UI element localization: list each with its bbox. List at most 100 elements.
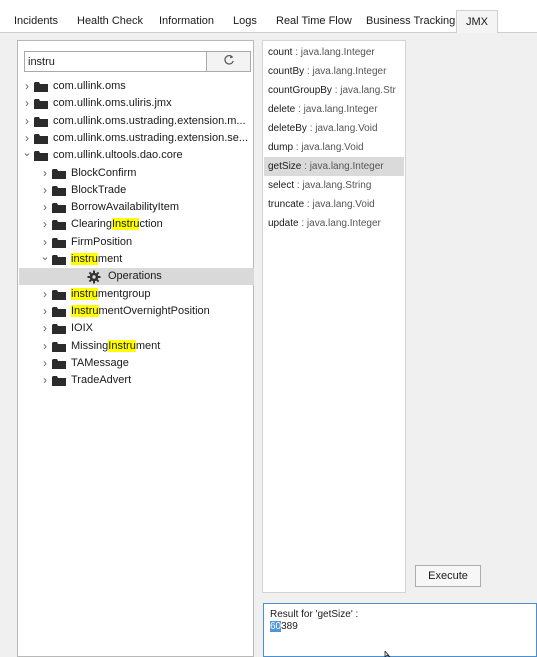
- tree-item[interactable]: › ClearingInstruction: [19, 216, 254, 233]
- tree-item[interactable]: ⌄ instrument: [19, 251, 254, 268]
- tree-item-operations[interactable]: Operations: [19, 268, 254, 286]
- operation-name: truncate: [268, 199, 305, 210]
- tree-item-label: com.ullink.oms: [53, 80, 126, 92]
- tree-item-label: com.ullink.oms.uliris.jmx: [53, 97, 172, 110]
- tree-item[interactable]: › MissingInstrument: [19, 338, 254, 355]
- tree-item-label: MissingInstrument: [71, 339, 161, 352]
- tree-item[interactable]: › instrumentgroup: [19, 286, 254, 303]
- operation-return-type: : java.lang.Integer: [304, 66, 387, 77]
- chevron-right-icon[interactable]: ›: [40, 303, 50, 320]
- operation-return-type: : java.lang.Integer: [292, 47, 375, 58]
- operation-name: getSize: [268, 161, 302, 172]
- operation-item-countBy[interactable]: countBy : java.lang.Integer: [264, 62, 404, 81]
- operation-name: dump: [268, 142, 294, 153]
- tree-item[interactable]: › TAMessage: [19, 355, 254, 372]
- tree-item-label: BlockTrade: [71, 183, 127, 196]
- operation-item-update[interactable]: update : java.lang.Integer: [264, 214, 404, 233]
- chevron-right-icon[interactable]: ›: [40, 372, 50, 389]
- execute-button[interactable]: Execute: [415, 565, 481, 587]
- folder-icon: [52, 324, 66, 335]
- chevron-right-icon[interactable]: ›: [22, 78, 32, 95]
- chevron-right-icon[interactable]: ›: [40, 199, 50, 216]
- operations-list: count : java.lang.Integer countBy : java.…: [262, 40, 406, 593]
- search-input[interactable]: [25, 52, 203, 71]
- folder-icon: [52, 306, 66, 317]
- operation-item-getSize[interactable]: getSize : java.lang.Integer: [264, 157, 404, 176]
- tree-item[interactable]: › TradeAdvert: [19, 372, 254, 389]
- chevron-right-icon[interactable]: ›: [22, 130, 32, 147]
- folder-icon: [52, 255, 66, 265]
- refresh-icon: [223, 54, 235, 69]
- operation-return-type: : java.lang.Void: [304, 199, 375, 210]
- tab-information[interactable]: Information: [159, 11, 214, 33]
- tree-item[interactable]: › BlockConfirm: [19, 165, 254, 182]
- tab-real-time-flow[interactable]: Real Time Flow: [276, 11, 352, 33]
- tree-item[interactable]: › InstrumentOvernightPosition: [19, 303, 254, 320]
- search-box: [24, 51, 251, 72]
- gear-icon: [87, 270, 101, 284]
- operation-item-select[interactable]: select : java.lang.String: [264, 176, 404, 195]
- folder-icon: [34, 116, 48, 127]
- operation-return-type: : java.lang.Integer: [301, 161, 384, 172]
- tree-item[interactable]: › BlockTrade: [19, 182, 254, 199]
- chevron-right-icon[interactable]: ›: [40, 165, 50, 182]
- chevron-right-icon[interactable]: ›: [40, 320, 50, 337]
- chevron-right-icon[interactable]: ›: [40, 355, 50, 372]
- folder-icon: [52, 237, 66, 248]
- chevron-right-icon[interactable]: ›: [40, 338, 50, 355]
- tab-health-check[interactable]: Health Check: [77, 11, 143, 33]
- tab-incidents[interactable]: Incidents: [14, 11, 58, 33]
- tree-item-label: com.ullink.oms.ustrading.extension.se...: [53, 131, 249, 144]
- operation-item-deleteBy[interactable]: deleteBy : java.lang.Void: [264, 119, 404, 138]
- tab-business-tracking[interactable]: Business Tracking: [366, 11, 455, 33]
- tree-item-label: instrument: [71, 253, 123, 265]
- tree-item[interactable]: › com.ullink.oms.uliris.jmx: [19, 95, 254, 112]
- result-value: 60389: [270, 621, 536, 633]
- operation-return-type: : java.lang.Integer: [298, 218, 381, 229]
- operation-name: update: [268, 218, 299, 229]
- folder-icon: [34, 82, 48, 92]
- chevron-down-icon[interactable]: ⌄: [22, 147, 32, 164]
- folder-icon: [34, 151, 48, 162]
- operation-item-count[interactable]: count : java.lang.Integer: [264, 43, 404, 62]
- chevron-right-icon[interactable]: ›: [40, 286, 50, 303]
- chevron-right-icon[interactable]: ›: [40, 182, 50, 199]
- folder-icon: [52, 341, 66, 352]
- tree-item-label: BorrowAvailabilityItem: [71, 201, 180, 214]
- tab-jmx[interactable]: JMX: [456, 10, 498, 34]
- search-match-highlight: Instru: [108, 339, 136, 352]
- operation-item-dump[interactable]: dump : java.lang.Void: [264, 138, 404, 157]
- result-value-selected: 60: [270, 621, 282, 632]
- operation-name: countGroupBy: [268, 85, 332, 96]
- operation-name: deleteBy: [268, 123, 307, 134]
- tree-item-label: InstrumentOvernightPosition: [71, 304, 210, 317]
- tree-item[interactable]: › FirmPosition: [19, 234, 254, 251]
- mbean-tree-panel: › com.ullink.oms › com.ullink.oms.uliris.jm…: [17, 40, 254, 657]
- tab-bar: Incidents Health Check Information Logs …: [0, 0, 537, 34]
- chevron-right-icon[interactable]: ›: [40, 234, 50, 251]
- operation-item-truncate[interactable]: truncate : java.lang.Void: [264, 195, 404, 214]
- folder-icon: [34, 99, 48, 110]
- chevron-right-icon[interactable]: ›: [22, 95, 32, 112]
- folder-icon: [52, 220, 66, 231]
- tree-item[interactable]: › BorrowAvailabilityItem: [19, 199, 254, 216]
- tree-item[interactable]: ⌄ com.ullink.ultools.dao.core: [19, 147, 254, 164]
- result-textarea[interactable]: Result for 'getSize' : 60389: [263, 603, 537, 657]
- chevron-right-icon[interactable]: ›: [22, 113, 32, 130]
- operation-item-delete[interactable]: delete : java.lang.Integer: [264, 100, 404, 119]
- chevron-down-icon[interactable]: ⌄: [40, 251, 50, 268]
- folder-icon: [52, 376, 66, 387]
- operation-name: count: [268, 47, 293, 58]
- chevron-right-icon[interactable]: ›: [40, 216, 50, 233]
- tree-item-label: com.ullink.oms.ustrading.extension.m...: [53, 114, 246, 127]
- tree-item[interactable]: › com.ullink.oms.ustrading.extension.m...: [19, 113, 254, 130]
- tree-item-label: TAMessage: [71, 356, 129, 369]
- search-match-highlight: instru: [71, 287, 98, 300]
- operation-item-countGroupBy[interactable]: countGroupBy : java.lang.Str: [264, 81, 404, 100]
- tab-logs[interactable]: Logs: [233, 11, 257, 33]
- refresh-button[interactable]: [206, 52, 250, 71]
- tree-item[interactable]: › com.ullink.oms.ustrading.extension.se..…: [19, 130, 254, 147]
- tree-item[interactable]: › IOIX: [19, 320, 254, 337]
- tree-item[interactable]: › com.ullink.oms: [19, 78, 254, 95]
- folder-icon: [52, 358, 66, 369]
